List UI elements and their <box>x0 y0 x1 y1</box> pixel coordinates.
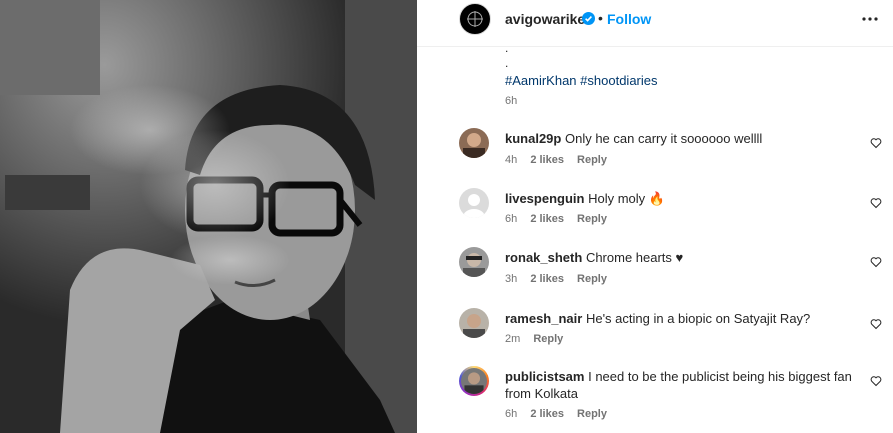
commenter-avatar[interactable] <box>459 188 489 218</box>
author-avatar[interactable] <box>459 3 491 35</box>
author-username[interactable]: avigowariker <box>505 11 591 27</box>
comment-item: livespenguin Holy moly 🔥 6h 2 likes Repl… <box>417 188 893 238</box>
follow-button[interactable]: Follow <box>607 11 651 27</box>
comment-text: kunal29p Only he can carry it soooooo we… <box>505 130 855 147</box>
comment-item: kunal29p Only he can carry it soooooo we… <box>417 128 893 178</box>
comment-meta: 6h 2 likes Reply <box>505 408 617 420</box>
like-heart-icon[interactable] <box>870 375 882 387</box>
author-logo-icon <box>467 11 483 27</box>
comment-time: 6h <box>505 408 518 420</box>
commenter-avatar[interactable] <box>459 128 489 158</box>
comment-meta: 6h 2 likes Reply <box>505 213 617 225</box>
comment-text: ramesh_nair He's acting in a biopic on S… <box>505 310 855 327</box>
comment-message: He's acting in a biopic on Satyajit Ray? <box>585 311 811 326</box>
reply-button[interactable]: Reply <box>577 273 607 285</box>
post-header: avigowariker • Follow <box>417 0 893 47</box>
comment-item: publicistsam I need to be the publicist … <box>417 366 893 420</box>
commenter-avatar-story-ring[interactable] <box>459 366 489 396</box>
commenter-username[interactable]: kunal29p <box>505 131 561 146</box>
comment-item: ramesh_nair He's acting in a biopic on S… <box>417 308 893 358</box>
comment-likes[interactable]: 2 likes <box>530 273 564 285</box>
comment-text: livespenguin Holy moly 🔥 <box>505 190 855 207</box>
comment-time: 6h <box>505 213 518 225</box>
comment-text: ronak_sheth Chrome hearts ♥ <box>505 249 855 266</box>
like-heart-icon[interactable] <box>870 137 882 149</box>
comment-likes[interactable]: 2 likes <box>530 154 564 166</box>
reply-button[interactable]: Reply <box>533 333 563 345</box>
avatar-photo-icon <box>461 368 487 394</box>
comment-message: Only he can carry it soooooo wellll <box>564 131 763 146</box>
hashtag-link[interactable]: #AamirKhan <box>505 73 577 88</box>
hashtag-link[interactable]: #shootdiaries <box>580 73 657 88</box>
like-heart-icon[interactable] <box>870 318 882 330</box>
more-options-icon[interactable] <box>862 17 878 21</box>
comment-item: ronak_sheth Chrome hearts ♥ 3h 2 likes R… <box>417 247 893 297</box>
avatar-photo-icon <box>463 314 485 338</box>
header-separator: • <box>598 10 603 26</box>
reply-button[interactable]: Reply <box>577 154 607 166</box>
default-avatar-icon <box>463 194 485 218</box>
caption-line: . <box>505 41 509 55</box>
commenter-avatar[interactable] <box>459 247 489 277</box>
comment-text: publicistsam I need to be the publicist … <box>505 368 855 402</box>
comment-time: 2m <box>505 333 521 345</box>
caption-hashtags: #AamirKhan #shootdiaries <box>505 73 658 88</box>
like-heart-icon[interactable] <box>870 256 882 268</box>
commenter-username[interactable]: ronak_sheth <box>505 250 582 265</box>
comment-time: 3h <box>505 273 518 285</box>
avatar-photo-icon <box>463 133 485 158</box>
post-details-panel: avigowariker • Follow . . #AamirKhan #sh… <box>417 0 893 433</box>
reply-button[interactable]: Reply <box>577 213 607 225</box>
comment-likes[interactable]: 2 likes <box>530 408 564 420</box>
commenter-username[interactable]: publicistsam <box>505 369 584 384</box>
verified-badge-icon <box>582 12 595 25</box>
caption-timestamp: 6h <box>505 95 518 107</box>
avatar-photo-icon <box>463 253 485 277</box>
comment-time: 4h <box>505 154 518 166</box>
comment-meta: 4h 2 likes Reply <box>505 154 617 166</box>
comment-message: Chrome hearts ♥ <box>585 250 684 265</box>
portrait-image <box>0 0 417 433</box>
caption-line: . <box>505 56 509 70</box>
commenter-username[interactable]: livespenguin <box>505 191 584 206</box>
post-photo <box>0 0 417 433</box>
like-heart-icon[interactable] <box>870 197 882 209</box>
comment-meta: 2m Reply <box>505 333 573 345</box>
comment-likes[interactable]: 2 likes <box>530 213 564 225</box>
comment-message: Holy moly 🔥 <box>588 191 665 206</box>
comment-meta: 3h 2 likes Reply <box>505 273 617 285</box>
commenter-username[interactable]: ramesh_nair <box>505 311 582 326</box>
reply-button[interactable]: Reply <box>577 408 607 420</box>
commenter-avatar[interactable] <box>459 308 489 338</box>
